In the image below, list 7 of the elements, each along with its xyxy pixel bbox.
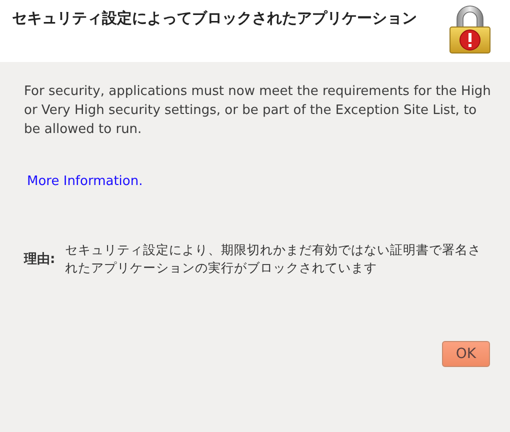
reason-label: 理由: [24,251,56,268]
reason-text: セキュリティ設定により、期限切れかまだ有効ではない証明書で署名されたアプリケーションの実行がブロックされています [65,241,482,277]
ok-button[interactable]: OK [442,341,490,367]
message-text: For security, applications must now meet the requirements for the High or Very High security settings, or be part of the Exception Site List, to be allowed to run. [24,83,492,139]
dialog-title: セキュリティ設定によってブロックされたアプリケーション [12,8,418,29]
more-information-link[interactable]: More Information. [27,174,143,189]
warning-lock-icon [448,4,492,54]
